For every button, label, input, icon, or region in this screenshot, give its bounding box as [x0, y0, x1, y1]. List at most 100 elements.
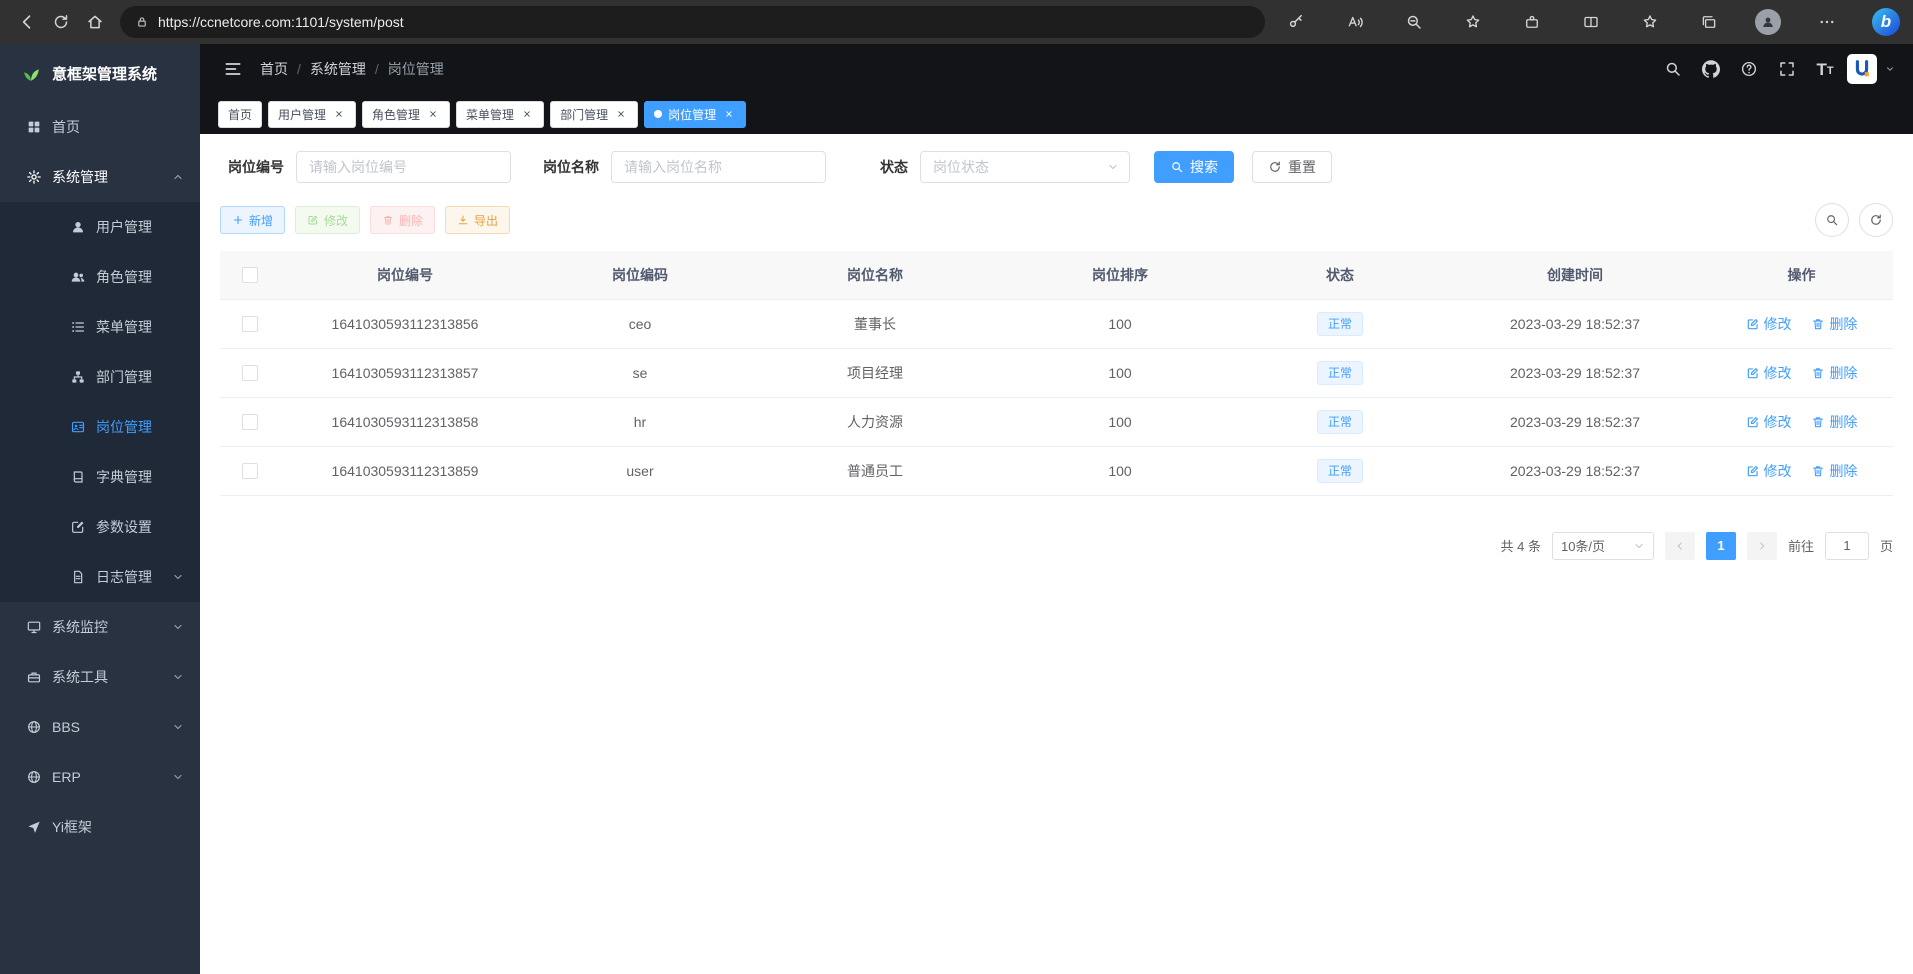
row-checkbox[interactable] [242, 414, 258, 430]
row-delete-link[interactable]: 删除 [1811, 363, 1857, 383]
sidebar-item-system-monitoring[interactable]: 系统监控 [0, 602, 200, 652]
zoom-out-icon[interactable] [1397, 5, 1431, 39]
fullscreen-icon[interactable] [1771, 53, 1803, 85]
menu-label: 菜单管理 [96, 317, 152, 337]
browser-refresh-button[interactable] [44, 5, 78, 39]
sidebar-item-role-management[interactable]: 角色管理 [0, 252, 200, 302]
add-favorite-icon[interactable] [1456, 5, 1490, 39]
breadcrumb-system-management[interactable]: 系统管理 [310, 59, 366, 79]
sidebar-item-yi-framework[interactable]: Yi框架 [0, 802, 200, 852]
menu-label: 系统监控 [52, 617, 108, 637]
sidebar-collapse-icon[interactable] [218, 54, 248, 84]
row-edit-link[interactable]: 修改 [1746, 314, 1792, 334]
select-all-checkbox[interactable] [242, 267, 258, 283]
sidebar: 意框架管理系统 首页 系统管理 用户管理 角色管理 [0, 44, 200, 974]
app-title: 意框架管理系统 [52, 63, 157, 84]
row-delete-link[interactable]: 删除 [1811, 412, 1857, 432]
sidebar-item-parameter-settings[interactable]: 参数设置 [0, 502, 200, 552]
gear-icon [26, 169, 42, 185]
app-header: 首页 / 系统管理 / 岗位管理 TT [200, 44, 1913, 94]
next-page-button[interactable] [1747, 532, 1777, 560]
row-checkbox[interactable] [242, 316, 258, 332]
help-icon[interactable] [1733, 53, 1765, 85]
monitor-icon [26, 619, 42, 635]
tab-user-management[interactable]: 用户管理 [268, 101, 356, 128]
sidebar-item-post-management[interactable]: 岗位管理 [0, 402, 200, 452]
user-icon [70, 219, 86, 235]
page-size-select[interactable]: 10条/页 [1552, 532, 1654, 560]
tab-role-management[interactable]: 角色管理 [362, 101, 450, 128]
post-name-input[interactable] [611, 151, 826, 183]
tab-home[interactable]: 首页 [218, 101, 262, 128]
favorites-bar-icon[interactable] [1633, 5, 1667, 39]
status-badge: 正常 [1317, 361, 1363, 385]
export-button[interactable]: 导出 [445, 206, 510, 234]
copilot-bing-button[interactable]: b [1869, 5, 1903, 39]
post-code-input[interactable] [296, 151, 511, 183]
browser-menu-icon[interactable] [1810, 5, 1844, 39]
edit-button[interactable]: 修改 [295, 206, 360, 234]
browser-profile-avatar[interactable] [1751, 5, 1785, 39]
prev-page-button[interactable] [1665, 532, 1695, 560]
breadcrumb-separator: / [297, 61, 301, 77]
search-button[interactable]: 搜索 [1154, 151, 1234, 183]
row-edit-link[interactable]: 修改 [1746, 363, 1792, 383]
tab-close-icon[interactable] [426, 107, 440, 121]
sidebar-item-system-management[interactable]: 系统管理 [0, 152, 200, 202]
sidebar-item-user-management[interactable]: 用户管理 [0, 202, 200, 252]
sidebar-item-system-tools[interactable]: 系统工具 [0, 652, 200, 702]
row-edit-link[interactable]: 修改 [1746, 412, 1792, 432]
browser-back-button[interactable] [10, 5, 44, 39]
tab-close-icon[interactable] [332, 107, 346, 121]
header-search-icon[interactable] [1657, 53, 1689, 85]
chevron-down-icon [1107, 161, 1119, 173]
github-icon[interactable] [1695, 53, 1727, 85]
sidebar-item-home[interactable]: 首页 [0, 102, 200, 152]
collections-icon[interactable] [1692, 5, 1726, 39]
chevron-down-icon [1633, 540, 1645, 552]
row-checkbox[interactable] [242, 463, 258, 479]
delete-button[interactable]: 删除 [370, 206, 435, 234]
toggle-search-button[interactable] [1815, 203, 1849, 237]
browser-home-button[interactable] [78, 5, 112, 39]
sidebar-item-bbs[interactable]: BBS [0, 702, 200, 752]
refresh-table-button[interactable] [1859, 203, 1893, 237]
address-bar[interactable]: https://ccnetcore.com:1101/system/post [120, 6, 1265, 38]
reset-button[interactable]: 重置 [1252, 151, 1332, 183]
tab-post-management[interactable]: 岗位管理 [644, 101, 746, 128]
menu-label: 部门管理 [96, 367, 152, 387]
add-button[interactable]: 新增 [220, 206, 285, 234]
read-aloud-icon[interactable] [1338, 5, 1372, 39]
tab-menu-management[interactable]: 菜单管理 [456, 101, 544, 128]
extensions-icon[interactable] [1515, 5, 1549, 39]
tab-close-icon[interactable] [722, 107, 736, 121]
split-screen-icon[interactable] [1574, 5, 1608, 39]
password-key-icon[interactable] [1279, 5, 1313, 39]
post-id-cell: 1641030593112313858 [280, 397, 530, 446]
col-post-code: 岗位编码 [530, 251, 750, 299]
sidebar-item-department-management[interactable]: 部门管理 [0, 352, 200, 402]
status-select[interactable]: 岗位状态 [920, 151, 1130, 183]
menu-label: 用户管理 [96, 217, 152, 237]
sidebar-item-log-management[interactable]: 日志管理 [0, 552, 200, 602]
chevron-down-icon [172, 621, 184, 633]
tab-close-icon[interactable] [520, 107, 534, 121]
tab-department-management[interactable]: 部门管理 [550, 101, 638, 128]
row-delete-link[interactable]: 删除 [1811, 314, 1857, 334]
goto-page-input[interactable] [1825, 532, 1869, 560]
col-actions: 操作 [1710, 251, 1893, 299]
page-number-1[interactable]: 1 [1706, 532, 1736, 560]
breadcrumb-home[interactable]: 首页 [260, 59, 288, 79]
user-avatar[interactable] [1847, 54, 1877, 84]
row-checkbox[interactable] [242, 365, 258, 381]
table-row: 1641030593112313857 se 项目经理 100 正常 2023-… [220, 348, 1893, 397]
sidebar-item-erp[interactable]: ERP [0, 752, 200, 802]
sidebar-item-dictionary-management[interactable]: 字典管理 [0, 452, 200, 502]
row-delete-link[interactable]: 删除 [1811, 461, 1857, 481]
tab-close-icon[interactable] [614, 107, 628, 121]
font-size-icon[interactable]: TT [1809, 53, 1841, 85]
avatar-caret-icon[interactable] [1885, 64, 1895, 74]
sidebar-item-menu-management[interactable]: 菜单管理 [0, 302, 200, 352]
row-edit-link[interactable]: 修改 [1746, 461, 1792, 481]
app-logo[interactable]: 意框架管理系统 [0, 44, 200, 102]
